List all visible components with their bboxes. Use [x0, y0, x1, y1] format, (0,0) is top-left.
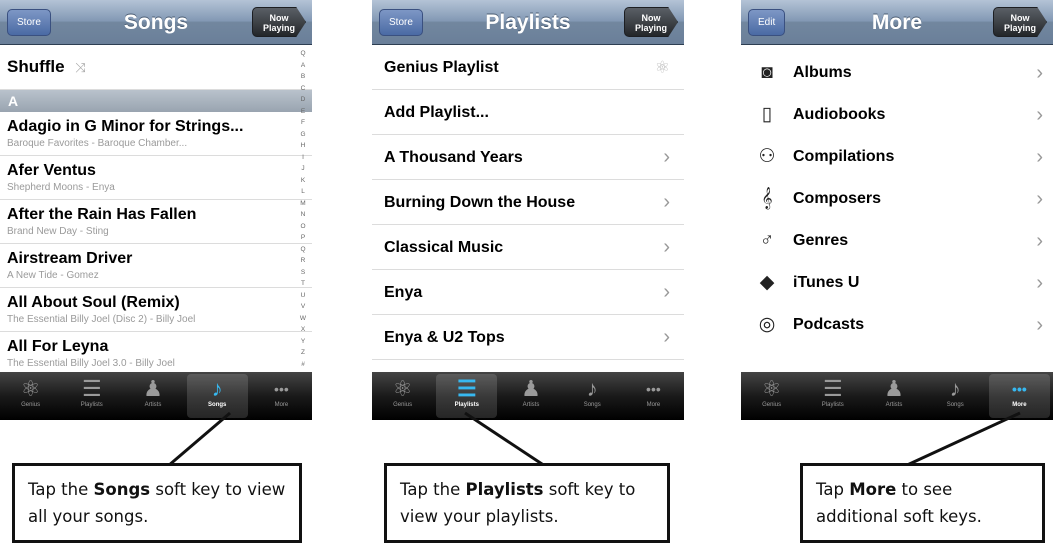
callout-key: Playlists — [465, 480, 544, 499]
more-pointer-line — [904, 411, 1021, 468]
callout-text: Tap the — [28, 480, 94, 499]
playlists-pointer-line — [464, 411, 546, 468]
callout-text: Tap the — [400, 480, 466, 499]
callout-text: Tap — [816, 480, 850, 499]
songs-callout: Tap the Songs soft key to view all your … — [12, 463, 302, 543]
playlists-callout: Tap the Playlists soft key to view your … — [384, 463, 670, 543]
callout-key: Songs — [93, 480, 151, 499]
callout-pointers — [167, 411, 1021, 468]
songs-pointer-line — [167, 411, 231, 468]
callout-key: More — [849, 480, 897, 499]
more-callout: Tap More to see additional soft keys. — [800, 463, 1045, 543]
